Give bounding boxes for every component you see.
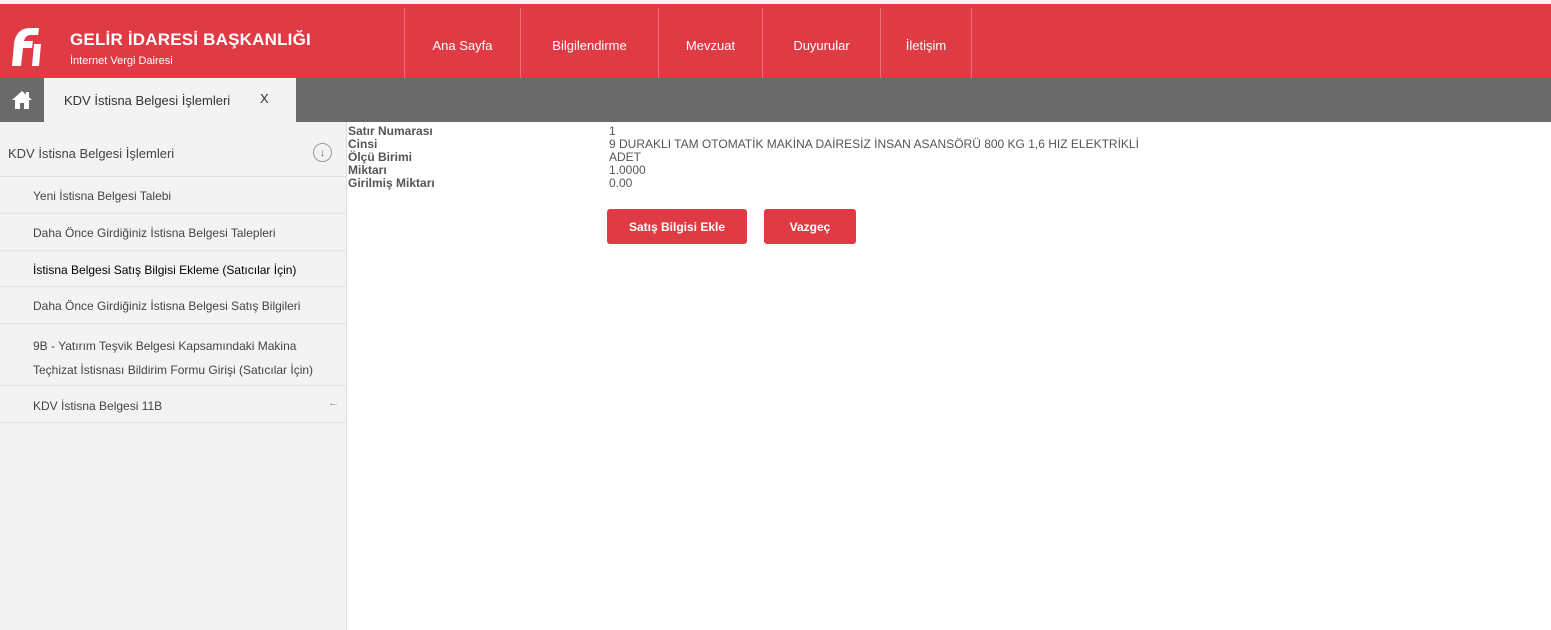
brand-subtitle: İnternet Vergi Dairesi — [70, 55, 173, 67]
sidebar: KDV İstisna Belgesi İşlemleri ↓ Yeni İst… — [0, 122, 347, 630]
sidebar-item-label-line2: Teçhizat İstisnası Bildirim Formu Girişi… — [33, 363, 314, 377]
sidebar-item-label-line1: 9B - Yatırım Teşvik Belgesi Kapsamındaki… — [33, 339, 297, 353]
sidebar-item-label: Daha Önce Girdiğiniz İstisna Belgesi Tal… — [33, 226, 276, 240]
sidebar-item-label: İstisna Belgesi Satış Bilgisi Ekleme (Sa… — [33, 263, 297, 277]
detail-value: 0.00 — [609, 176, 633, 190]
main-nav: Ana Sayfa Bilgilendirme Mevzuat Duyurula… — [404, 8, 972, 82]
sidebar-item-label: Yeni İstisna Belgesi Talebi — [33, 189, 172, 203]
detail-label: Girilmiş Miktarı — [348, 176, 435, 190]
arrow-left-icon: ← — [328, 397, 339, 409]
sidebar-item-yeni-talep[interactable]: Yeni İstisna Belgesi Talebi — [0, 177, 347, 214]
sidebar-item-onceki-talepler[interactable]: Daha Önce Girdiğiniz İstisna Belgesi Tal… — [0, 214, 347, 251]
tab-kdv-istisna[interactable]: KDV İstisna Belgesi İşlemleri X — [44, 78, 296, 122]
sidebar-header-label: KDV İstisna Belgesi İşlemleri — [8, 146, 175, 161]
tab-close-button[interactable]: X — [260, 91, 269, 106]
nav-mevzuat[interactable]: Mevzuat — [658, 8, 762, 82]
main-content: Satır Numarası 1 Cinsi 9 DURAKLI TAM OTO… — [348, 122, 1551, 630]
detail-value: 9 DURAKLI TAM OTOMATİK MAKİNA DAİRESİZ İ… — [609, 137, 1139, 151]
tab-label: KDV İstisna Belgesi İşlemleri — [64, 92, 231, 108]
add-sale-info-button[interactable]: Satış Bilgisi Ekle — [607, 209, 747, 244]
cancel-button[interactable]: Vazgeç — [764, 209, 856, 244]
sidebar-item-9b-bildirim[interactable]: 9B - Yatırım Teşvik Belgesi Kapsamındaki… — [0, 324, 347, 386]
nav-iletisim[interactable]: İletişim — [880, 8, 972, 82]
sidebar-item-label: KDV İstisna Belgesi 11B — [33, 399, 163, 413]
sidebar-item-satis-bilgisi-ekleme[interactable]: İstisna Belgesi Satış Bilgisi Ekleme (Sa… — [0, 251, 347, 287]
brand-title: GELİR İDARESİ BAŞKANLIĞI — [70, 30, 311, 49]
nav-duyurular[interactable]: Duyurular — [762, 8, 880, 82]
chevron-down-icon[interactable]: ↓ — [313, 143, 332, 162]
home-icon — [12, 91, 32, 109]
sidebar-item-11b[interactable]: KDV İstisna Belgesi 11B ← — [0, 386, 347, 423]
gib-logo-icon — [12, 28, 41, 66]
nav-bilgilendirme[interactable]: Bilgilendirme — [520, 8, 658, 82]
tab-bar: KDV İstisna Belgesi İşlemleri X — [0, 78, 1551, 122]
sidebar-item-satis-bilgileri[interactable]: Daha Önce Girdiğiniz İstisna Belgesi Sat… — [0, 287, 347, 324]
nav-ana-sayfa[interactable]: Ana Sayfa — [404, 8, 520, 82]
home-button[interactable] — [0, 78, 44, 122]
top-header: GELİR İDARESİ BAŞKANLIĞI İnternet Vergi … — [0, 0, 1551, 82]
sidebar-header[interactable]: KDV İstisna Belgesi İşlemleri ↓ — [0, 122, 347, 177]
brand[interactable]: GELİR İDARESİ BAŞKANLIĞI İnternet Vergi … — [0, 8, 348, 82]
sidebar-item-label: Daha Önce Girdiğiniz İstisna Belgesi Sat… — [33, 299, 301, 313]
